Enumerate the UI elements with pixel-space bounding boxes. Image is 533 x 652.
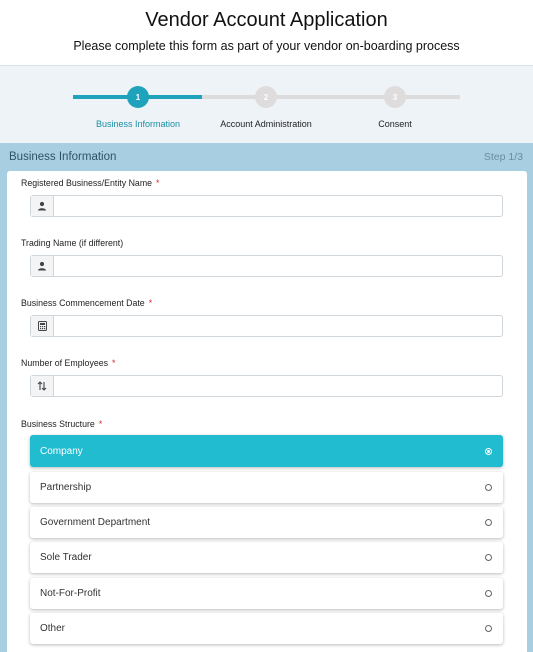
radio-icon xyxy=(485,590,492,597)
option-label: Other xyxy=(40,623,66,634)
option-sole-trader[interactable]: Sole Trader xyxy=(30,542,503,573)
required-marker: * xyxy=(156,178,160,188)
option-label: Government Department xyxy=(40,517,151,528)
trading-name-group xyxy=(30,255,503,277)
option-label: Not-For-Profit xyxy=(40,588,101,599)
option-label: Company xyxy=(40,445,83,457)
option-government-department[interactable]: Government Department xyxy=(30,507,503,538)
step-3-label[interactable]: Consent xyxy=(325,119,465,129)
trading-name-input[interactable] xyxy=(54,256,502,276)
page-header: Vendor Account Application Please comple… xyxy=(0,0,533,66)
required-marker: * xyxy=(148,298,153,308)
form-body: Registered Business/Entity Name * Trading… xyxy=(7,171,527,652)
radio-selected-icon xyxy=(485,447,492,455)
step-1-circle[interactable]: 1 xyxy=(127,86,149,108)
commencement-date-input[interactable] xyxy=(54,316,502,336)
registered-name-input[interactable] xyxy=(54,196,502,216)
step-1-label[interactable]: Business Information xyxy=(68,119,208,129)
registered-name-label-text: Registered Business/Entity Name xyxy=(21,178,153,188)
employees-input[interactable] xyxy=(54,376,502,396)
employees-label: Number of Employees * xyxy=(21,358,115,368)
panel-step-indicator: Step 1/3 xyxy=(483,151,523,163)
step-2-circle[interactable]: 2 xyxy=(255,86,277,108)
option-label: Sole Trader xyxy=(40,552,92,563)
trading-name-label: Trading Name (if different) xyxy=(21,238,123,248)
progress-track-remaining xyxy=(202,95,460,99)
radio-icon xyxy=(485,484,492,491)
option-not-for-profit[interactable]: Not-For-Profit xyxy=(30,578,503,609)
user-icon xyxy=(31,196,54,216)
page-title: Vendor Account Application xyxy=(145,9,388,31)
user-icon xyxy=(31,256,54,276)
option-label: Partnership xyxy=(40,482,92,493)
step-2-label[interactable]: Account Administration xyxy=(196,119,336,129)
step-wizard: 1 2 3 Business Information Account Admin… xyxy=(0,66,533,143)
business-structure-label-text: Business Structure xyxy=(21,419,95,429)
commencement-date-label: Business Commencement Date * xyxy=(21,298,152,308)
option-partnership[interactable]: Partnership xyxy=(30,472,503,503)
employees-group xyxy=(30,375,503,397)
panel-title: Business Information xyxy=(9,151,117,163)
required-marker: * xyxy=(112,358,116,368)
sort-arrows-icon xyxy=(31,376,54,396)
option-other[interactable]: Other xyxy=(30,613,503,644)
radio-icon xyxy=(485,625,492,632)
commencement-date-label-text: Business Commencement Date xyxy=(21,298,145,308)
option-company[interactable]: Company xyxy=(30,435,503,467)
step-3-circle[interactable]: 3 xyxy=(384,86,406,108)
employees-label-text: Number of Employees xyxy=(21,358,109,368)
calculator-icon xyxy=(31,316,54,336)
commencement-date-group xyxy=(30,315,503,337)
trading-name-label-text: Trading Name (if different) xyxy=(21,238,124,248)
business-information-panel: Business Information Step 1/3 Registered… xyxy=(0,143,533,652)
registered-name-group xyxy=(30,195,503,217)
required-marker: * xyxy=(98,419,103,429)
business-structure-label: Business Structure * xyxy=(21,419,102,429)
page-subtitle: Please complete this form as part of you… xyxy=(73,39,460,53)
radio-icon xyxy=(485,519,492,526)
radio-icon xyxy=(485,554,492,561)
registered-name-label: Registered Business/Entity Name * xyxy=(21,178,159,188)
